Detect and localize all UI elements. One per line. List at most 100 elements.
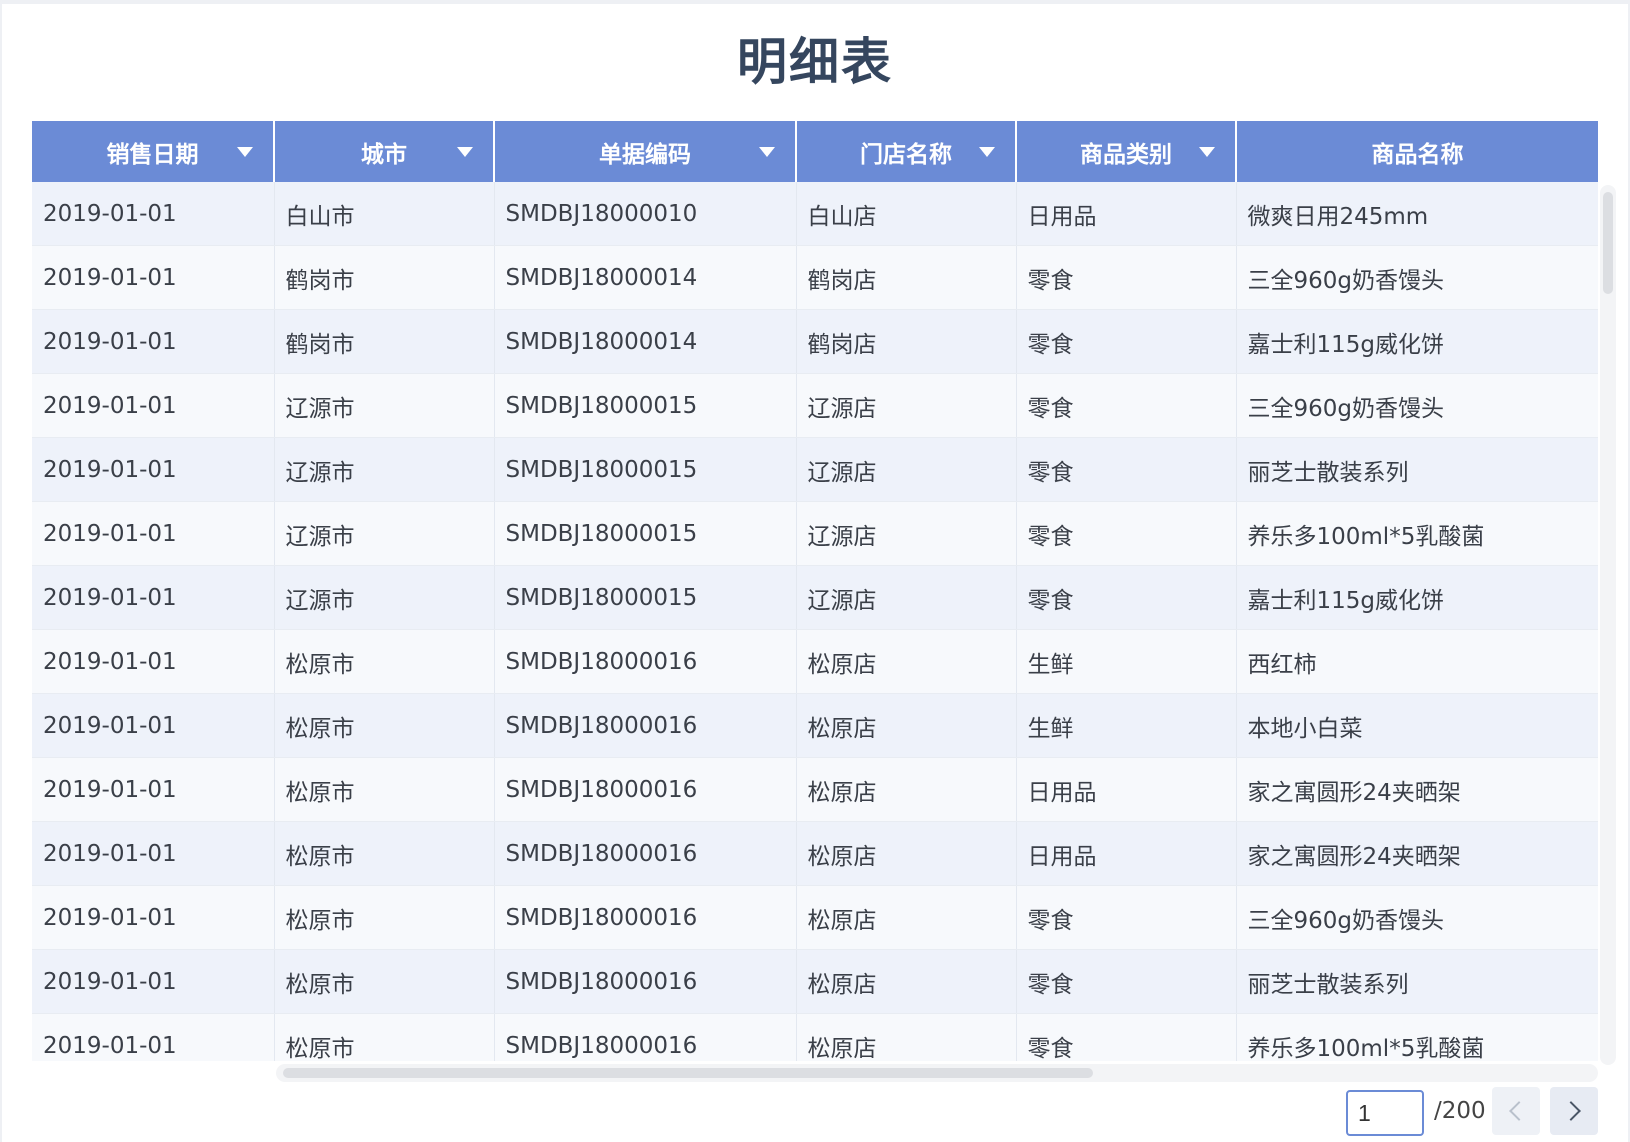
table-cell: 白山市 [274, 182, 495, 246]
vertical-scrollbar[interactable] [1600, 185, 1616, 1065]
column-header[interactable]: 城市 [274, 121, 495, 182]
table-row[interactable]: 2019-01-01 松原市 SMDBJ18000016 松原店 生鲜 本地小白菜 [32, 693, 1598, 758]
table-body: 2019-01-01 白山市 SMDBJ18000010 白山店 日用品 微爽日用245m… [32, 182, 1598, 1061]
table-cell: 白山店 [796, 182, 1017, 246]
table-cell: 零食 [1016, 501, 1237, 566]
filter-dropdown-icon[interactable] [457, 147, 473, 157]
table-cell: 鹤岗市 [274, 309, 495, 374]
table-cell: 嘉士利115g威化饼 [1236, 309, 1598, 374]
table-cell: 零食 [1016, 885, 1237, 950]
table-row[interactable]: 2019-01-01 松原市 SMDBJ18000016 松原店 日用品 家之寓圆形24夹… [32, 757, 1598, 822]
table-cell: 辽源店 [796, 501, 1017, 566]
table-cell: 2019-01-01 [32, 693, 275, 758]
table-cell: 家之寓圆形24夹晒架 [1236, 757, 1598, 822]
table-cell: 鹤岗店 [796, 245, 1017, 310]
table-cell: 2019-01-01 [32, 629, 275, 694]
table-cell: SMDBJ18000015 [494, 437, 797, 502]
prev-page-button[interactable] [1492, 1087, 1540, 1135]
table-row[interactable]: 2019-01-01 辽源市 SMDBJ18000015 辽源店 零食 养乐多100ml*… [32, 501, 1598, 566]
column-header-label: 商品类别 [1080, 141, 1172, 168]
table-cell: SMDBJ18000016 [494, 757, 797, 822]
table-cell: SMDBJ18000015 [494, 565, 797, 630]
table-cell: 松原店 [796, 885, 1017, 950]
table-cell: 2019-01-01 [32, 821, 275, 886]
table-cell: SMDBJ18000016 [494, 949, 797, 1014]
table-cell: 丽芝士散装系列 [1236, 949, 1598, 1014]
chevron-left-icon [1509, 1101, 1529, 1121]
table-cell: SMDBJ18000015 [494, 373, 797, 438]
detail-table-container: 销售日期 城市 单据编码 门店名称 商品类别 商品名称 2019-01-01 白山市 SMDB… [32, 121, 1598, 1061]
table-cell: 鹤岗店 [796, 309, 1017, 374]
table-cell: 鹤岗市 [274, 245, 495, 310]
table-row[interactable]: 2019-01-01 松原市 SMDBJ18000016 松原店 生鲜 西红柿 [32, 629, 1598, 694]
table-row[interactable]: 2019-01-01 鹤岗市 SMDBJ18000014 鹤岗店 零食 三全960g奶香馒… [32, 245, 1598, 310]
table-cell: 家之寓圆形24夹晒架 [1236, 821, 1598, 886]
table-cell: SMDBJ18000015 [494, 501, 797, 566]
filter-dropdown-icon[interactable] [237, 147, 253, 157]
table-cell: 2019-01-01 [32, 245, 275, 310]
filter-dropdown-icon[interactable] [1199, 147, 1215, 157]
table-cell: 嘉士利115g威化饼 [1236, 565, 1598, 630]
table-cell: SMDBJ18000016 [494, 1013, 797, 1061]
filter-dropdown-icon[interactable] [759, 147, 775, 157]
table-row[interactable]: 2019-01-01 松原市 SMDBJ18000016 松原店 零食 养乐多100ml*… [32, 1013, 1598, 1061]
table-cell: 松原市 [274, 629, 495, 694]
table-row[interactable]: 2019-01-01 辽源市 SMDBJ18000015 辽源店 零食 丽芝士散装系列 [32, 437, 1598, 502]
column-header-label: 商品名称 [1371, 141, 1464, 168]
next-page-button[interactable] [1550, 1087, 1598, 1135]
table-cell: 松原市 [274, 885, 495, 950]
table-cell: 微爽日用245mm [1236, 182, 1598, 246]
table-cell: 零食 [1016, 373, 1237, 438]
table-row[interactable]: 2019-01-01 松原市 SMDBJ18000016 松原店 零食 丽芝士散装系列 [32, 949, 1598, 1014]
table-cell: SMDBJ18000014 [494, 309, 797, 374]
table-row[interactable]: 2019-01-01 松原市 SMDBJ18000016 松原店 日用品 家之寓圆形24夹… [32, 821, 1598, 886]
table-cell: SMDBJ18000016 [494, 629, 797, 694]
table-cell: SMDBJ18000016 [494, 885, 797, 950]
table-cell: 2019-01-01 [32, 949, 275, 1014]
table-cell: 养乐多100ml*5乳酸菌 [1236, 501, 1598, 566]
table-cell: 2019-01-01 [32, 437, 275, 502]
page-number-input[interactable] [1346, 1090, 1424, 1136]
table-cell: 2019-01-01 [32, 565, 275, 630]
table-cell: 2019-01-01 [32, 373, 275, 438]
column-header[interactable]: 门店名称 [796, 121, 1017, 182]
column-header-label: 城市 [361, 141, 407, 168]
table-row[interactable]: 2019-01-01 松原市 SMDBJ18000016 松原店 零食 三全960g奶香馒… [32, 885, 1598, 950]
detail-table: 销售日期 城市 单据编码 门店名称 商品类别 商品名称 2019-01-01 白山市 SMDB… [32, 121, 1598, 1061]
table-cell: 2019-01-01 [32, 501, 275, 566]
table-cell: 辽源店 [796, 437, 1017, 502]
table-cell: 日用品 [1016, 757, 1237, 822]
table-cell: 松原店 [796, 1013, 1017, 1061]
table-cell: SMDBJ18000010 [494, 182, 797, 246]
table-cell: SMDBJ18000016 [494, 821, 797, 886]
table-row[interactable]: 2019-01-01 辽源市 SMDBJ18000015 辽源店 零食 三全960g奶香馒… [32, 373, 1598, 438]
table-cell: SMDBJ18000016 [494, 693, 797, 758]
vertical-scrollbar-thumb[interactable] [1603, 192, 1613, 294]
table-cell: 零食 [1016, 309, 1237, 374]
table-cell: 日用品 [1016, 182, 1237, 246]
horizontal-scrollbar-thumb[interactable] [283, 1068, 1093, 1078]
table-row[interactable]: 2019-01-01 鹤岗市 SMDBJ18000014 鹤岗店 零食 嘉士利115g威化… [32, 309, 1598, 374]
table-cell: 松原市 [274, 949, 495, 1014]
table-cell: 辽源店 [796, 373, 1017, 438]
column-header[interactable]: 商品类别 [1016, 121, 1237, 182]
table-cell: 零食 [1016, 565, 1237, 630]
table-cell: 生鲜 [1016, 629, 1237, 694]
page-total: /200 [1434, 1098, 1486, 1124]
column-header[interactable]: 商品名称 [1236, 121, 1598, 182]
column-header[interactable]: 销售日期 [32, 121, 275, 182]
table-cell: 2019-01-01 [32, 885, 275, 950]
table-cell: 西红柿 [1236, 629, 1598, 694]
table-cell: 2019-01-01 [32, 182, 275, 246]
table-cell: 2019-01-01 [32, 757, 275, 822]
filter-dropdown-icon[interactable] [979, 147, 995, 157]
column-header[interactable]: 单据编码 [494, 121, 797, 182]
page-title: 明细表 [737, 33, 893, 91]
table-row[interactable]: 2019-01-01 辽源市 SMDBJ18000015 辽源店 零食 嘉士利115g威化… [32, 565, 1598, 630]
table-row[interactable]: 2019-01-01 白山市 SMDBJ18000010 白山店 日用品 微爽日用245m… [32, 182, 1598, 246]
table-cell: SMDBJ18000014 [494, 245, 797, 310]
column-header-label: 单据编码 [599, 141, 691, 168]
table-cell: 松原市 [274, 757, 495, 822]
table-cell: 三全960g奶香馒头 [1236, 245, 1598, 310]
table-cell: 松原店 [796, 949, 1017, 1014]
